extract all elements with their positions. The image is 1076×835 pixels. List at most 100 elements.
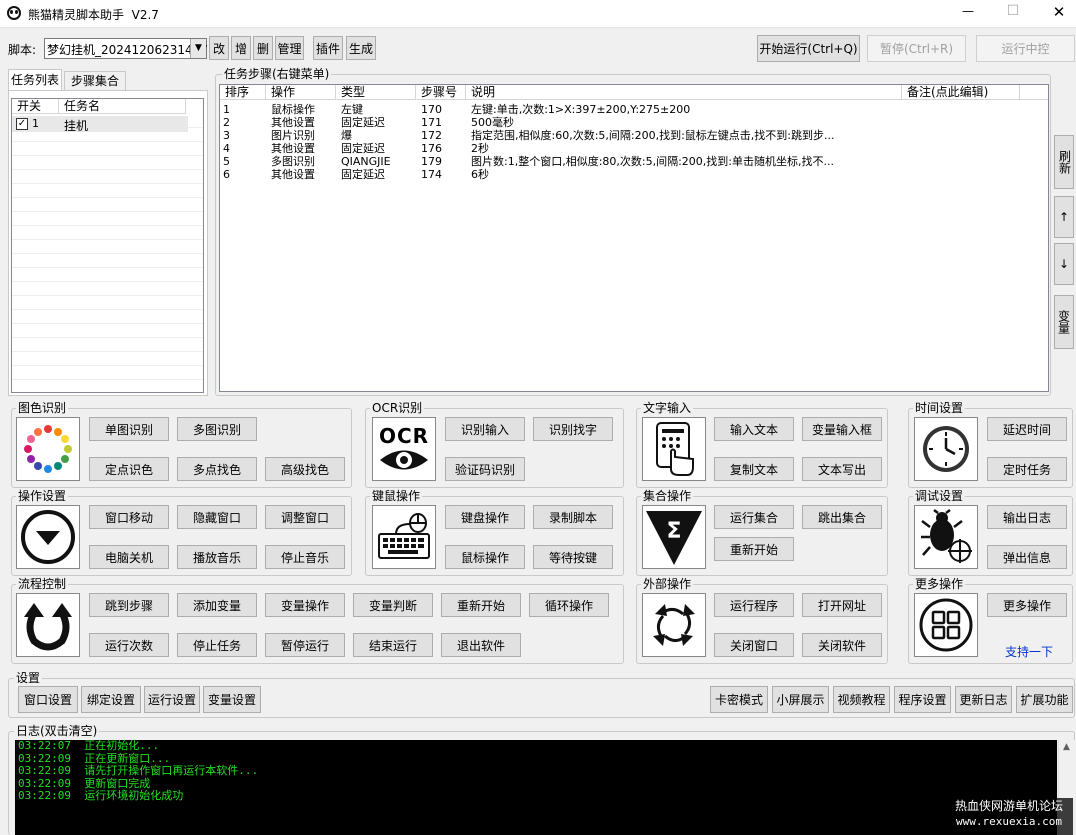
step-row[interactable]: 1 鼠标操作 左键 170 左键:单击,次数:1>X:397±200,Y:275±200 [220, 103, 1020, 116]
log-output[interactable]: 03:22:07 正在初始化... 03:22:09 正在更新窗口... 03:… [15, 739, 1057, 835]
window-settings-button[interactable]: 窗口设置 [18, 686, 78, 713]
scheduled-task-button[interactable]: 定时任务 [987, 457, 1067, 481]
task-row[interactable]: ✓ 1 挂机 [12, 116, 188, 133]
copy-text-button[interactable]: 复制文本 [714, 457, 794, 481]
restart-collection-button[interactable]: 重新开始 [714, 537, 794, 561]
small-screen-button[interactable]: 小屏展示 [772, 686, 829, 713]
update-log-button[interactable]: 更新日志 [955, 686, 1012, 713]
more-operations-button[interactable]: 更多操作 [987, 593, 1067, 617]
single-image-recognition-button[interactable]: 单图识别 [89, 417, 169, 441]
variable-button[interactable]: 变量 [1054, 295, 1074, 349]
play-music-button[interactable]: 播放音乐 [177, 545, 257, 569]
ocr-find-text-button[interactable]: 识别找字 [533, 417, 613, 441]
adjust-window-button[interactable]: 调整窗口 [265, 505, 345, 529]
delay-time-button[interactable]: 延迟时间 [987, 417, 1067, 441]
open-url-button[interactable]: 打开网址 [802, 593, 882, 617]
exit-collection-button[interactable]: 跳出集合 [802, 505, 882, 529]
step-row[interactable]: 3 图片识别爆 172 指定范围,相似度:60,次数:5,间隔:200,找到:鼠标左键… [220, 129, 1020, 142]
pause-run-button[interactable]: 暂停运行 [265, 633, 345, 657]
move-down-button[interactable]: ↓ [1054, 243, 1074, 285]
grid-apps-icon [914, 593, 978, 657]
step-row[interactable]: 2 其他设置 固定延迟 171 500毫秒 [220, 116, 1020, 129]
plugin-button[interactable]: 插件 [313, 36, 343, 60]
delete-script-button[interactable]: 删 [253, 36, 273, 60]
end-run-button[interactable]: 结束运行 [353, 633, 433, 657]
minimize-button[interactable]: — [958, 4, 978, 18]
run-collection-button[interactable]: 运行集合 [714, 505, 794, 529]
wait-key-button[interactable]: 等待按键 [533, 545, 613, 569]
variable-judge-button[interactable]: 变量判断 [353, 593, 433, 617]
stop-task-button[interactable]: 停止任务 [177, 633, 257, 657]
tab-task-list[interactable]: 任务列表 [8, 69, 62, 91]
add-script-button[interactable]: 增 [231, 36, 251, 60]
multi-point-color-button[interactable]: 多点找色 [177, 457, 257, 481]
variable-input-box-button[interactable]: 变量输入框 [802, 417, 882, 441]
multi-image-recognition-button[interactable]: 多图识别 [177, 417, 257, 441]
support-link[interactable]: 支持一下 [1005, 643, 1053, 660]
popup-info-button[interactable]: 弹出信息 [987, 545, 1067, 569]
col-header-step-no[interactable]: 步骤号 [416, 85, 466, 100]
stop-music-button[interactable]: 停止音乐 [265, 545, 345, 569]
run-program-button[interactable]: 运行程序 [714, 593, 794, 617]
run-control-button[interactable]: 运行中控 [976, 35, 1075, 62]
col-header-description[interactable]: 说明 [466, 85, 902, 100]
restart-button[interactable]: 重新开始 [441, 593, 521, 617]
step-row[interactable]: 6 其他设置 固定延迟 174 6秒 [220, 168, 1020, 181]
hide-window-button[interactable]: 隐藏窗口 [177, 505, 257, 529]
edit-script-button[interactable]: 改 [209, 36, 229, 60]
tab-step-collection[interactable]: 步骤集合 [64, 71, 126, 91]
col-header-remark[interactable]: 备注(点此编辑) [902, 85, 1020, 100]
col-header-switch[interactable]: 开关 [12, 99, 59, 114]
generate-button[interactable]: 生成 [346, 36, 376, 60]
jump-step-button[interactable]: 跳到步骤 [89, 593, 169, 617]
clock-icon [914, 417, 978, 481]
shutdown-button[interactable]: 电脑关机 [89, 545, 169, 569]
add-variable-button[interactable]: 添加变量 [177, 593, 257, 617]
chevron-down-icon[interactable]: ▼ [190, 39, 206, 58]
start-run-button[interactable]: 开始运行(Ctrl+Q) [757, 35, 860, 62]
move-up-button[interactable]: ↑ [1054, 196, 1074, 238]
close-button[interactable]: ✕ [1049, 3, 1069, 21]
close-software-button[interactable]: 关闭软件 [802, 633, 882, 657]
exit-software-button[interactable]: 退出软件 [441, 633, 521, 657]
input-text-button[interactable]: 输入文本 [714, 417, 794, 441]
output-log-button[interactable]: 输出日志 [987, 505, 1067, 529]
refresh-button[interactable]: 刷新 [1054, 135, 1074, 189]
loop-operation-button[interactable]: 循环操作 [529, 593, 609, 617]
record-script-button[interactable]: 录制脚本 [533, 505, 613, 529]
captcha-recognition-button[interactable]: 验证码识别 [445, 457, 525, 481]
variable-settings-button[interactable]: 变量设置 [203, 686, 261, 713]
card-key-mode-button[interactable]: 卡密模式 [710, 686, 768, 713]
close-window-button[interactable]: 关闭窗口 [714, 633, 794, 657]
steps-table[interactable]: 排序 操作 类型 步骤号 说明 备注(点此编辑) 1 鼠标操作 左键 170 左键:单击… [219, 84, 1049, 392]
col-header-task-name[interactable]: 任务名 [59, 99, 186, 114]
maximize-button[interactable]: ☐ [1003, 3, 1023, 19]
pause-button[interactable]: 暂停(Ctrl+R) [867, 35, 966, 62]
move-window-button[interactable]: 窗口移动 [89, 505, 169, 529]
col-header-action[interactable]: 操作 [266, 85, 336, 100]
loop-arrows-icon [16, 593, 80, 657]
point-color-button[interactable]: 定点识色 [89, 457, 169, 481]
run-count-button[interactable]: 运行次数 [89, 633, 169, 657]
log-line: 03:22:09 请先打开操作窗口再运行本软件... [18, 764, 259, 777]
extend-features-button[interactable]: 扩展功能 [1016, 686, 1073, 713]
video-tutorial-button[interactable]: 视频教程 [833, 686, 890, 713]
advanced-color-button[interactable]: 高级找色 [265, 457, 345, 481]
task-checkbox[interactable]: ✓ [16, 118, 28, 130]
run-settings-button[interactable]: 运行设置 [144, 686, 200, 713]
script-select[interactable]: 梦幻挂机_20241206231417 ▼ [44, 38, 208, 59]
script-select-value: 梦幻挂机_20241206231417 [47, 43, 208, 57]
program-settings-button[interactable]: 程序设置 [894, 686, 951, 713]
col-header-type[interactable]: 类型 [336, 85, 416, 100]
manage-script-button[interactable]: 管理 [275, 36, 304, 60]
ocr-input-button[interactable]: 识别输入 [445, 417, 525, 441]
step-row[interactable]: 4 其他设置 固定延迟 176 2秒 [220, 142, 1020, 155]
step-row[interactable]: 5 多图识别 QIANGJIE 179 图片数:1,整个窗口,相似度:80,次数:5,间… [220, 155, 1020, 168]
write-text-button[interactable]: 文本写出 [802, 457, 882, 481]
variable-operation-button[interactable]: 变量操作 [265, 593, 345, 617]
keyboard-operation-button[interactable]: 键盘操作 [445, 505, 525, 529]
task-list[interactable]: 开关 任务名 ✓ 1 挂机 [11, 98, 204, 393]
mouse-operation-button[interactable]: 鼠标操作 [445, 545, 525, 569]
col-header-order[interactable]: 排序 [220, 85, 266, 100]
bind-settings-button[interactable]: 绑定设置 [81, 686, 141, 713]
